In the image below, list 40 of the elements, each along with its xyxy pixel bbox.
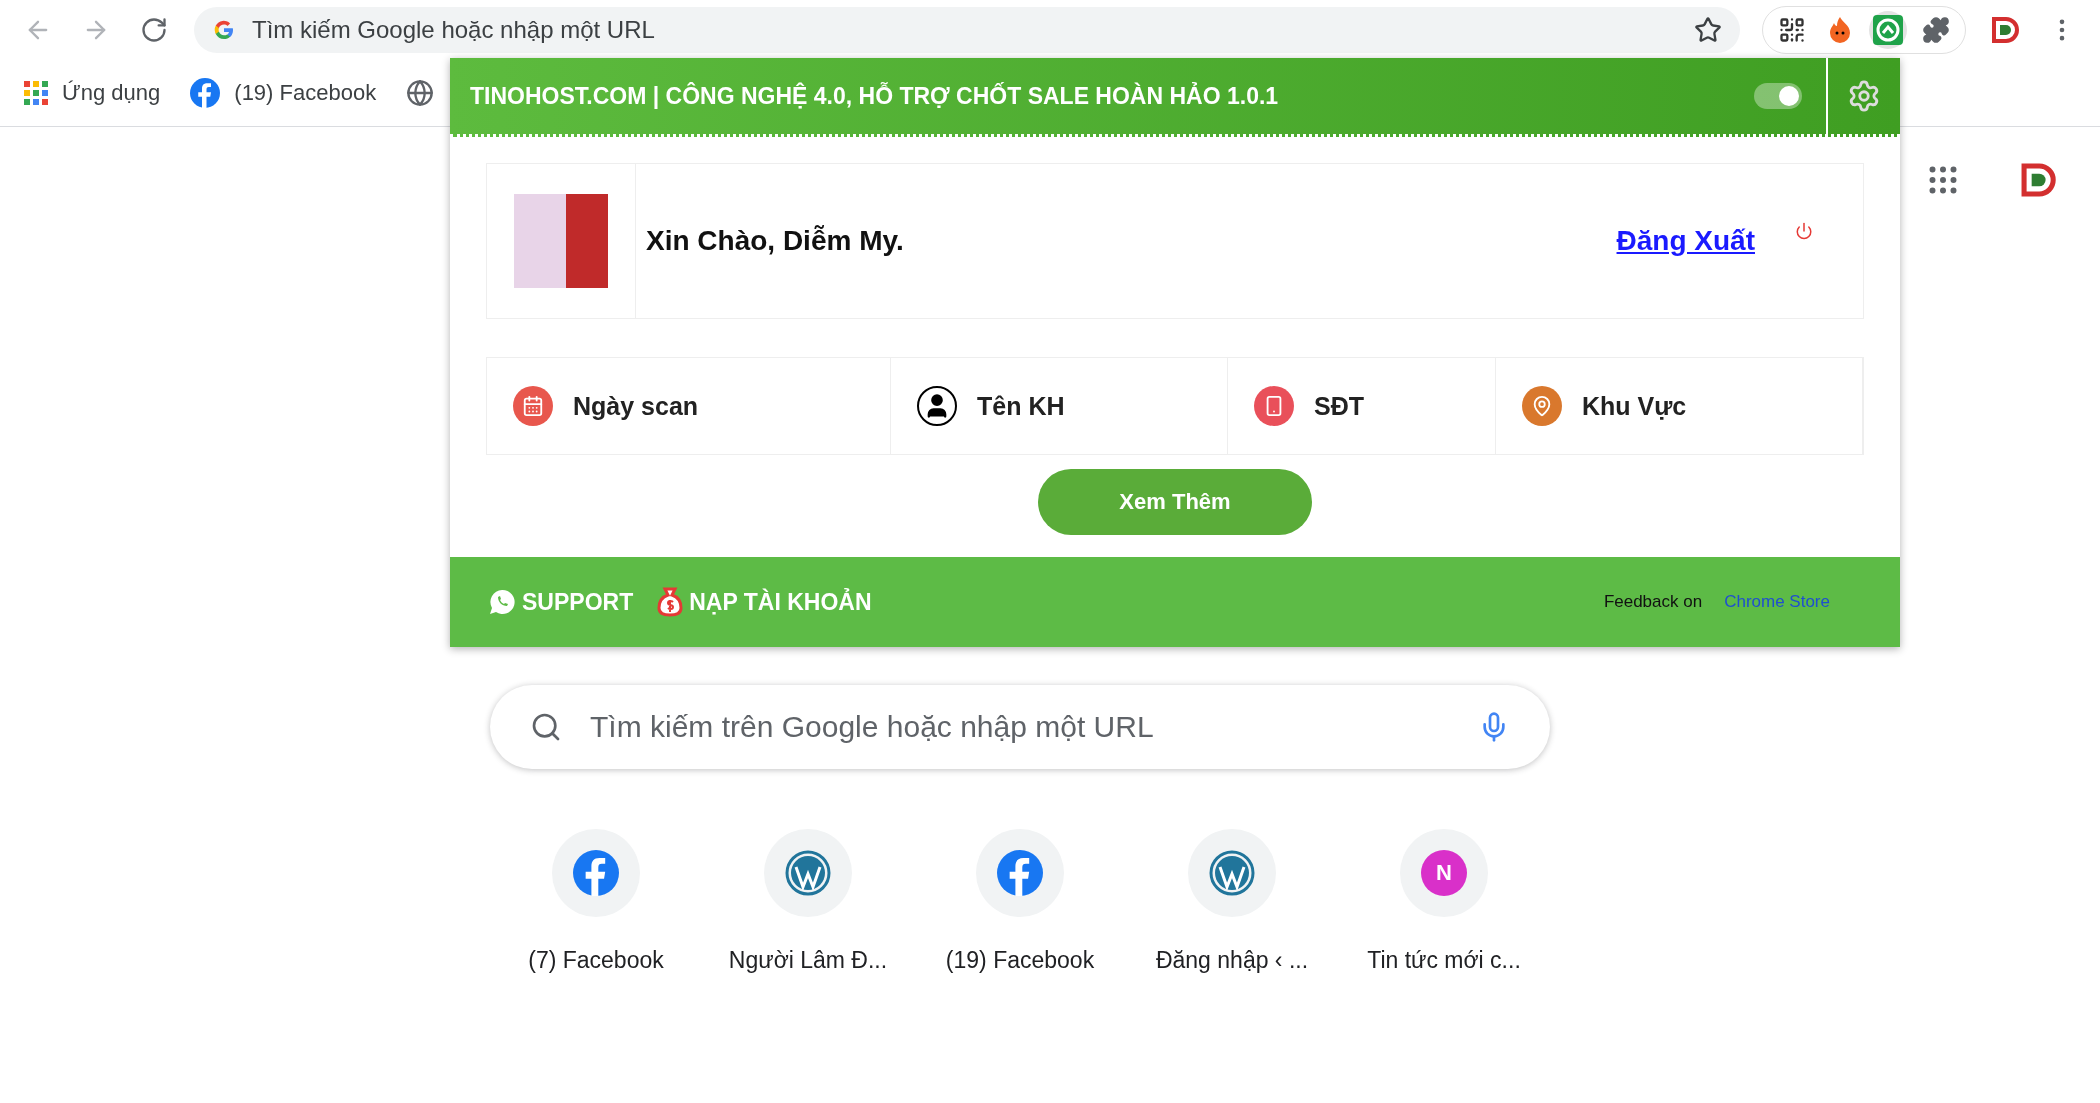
money-bag-icon [657,587,684,617]
field-label: Tên KH [977,391,1065,421]
logout-link[interactable]: Đăng Xuất [1616,225,1755,257]
shortcut-tile[interactable]: Người Lâm Đ... [718,829,898,974]
shortcut-tile[interactable]: (7) Facebook [506,829,686,974]
facebook-icon [573,850,619,896]
globe-icon [406,79,435,107]
shortcut-tile[interactable]: Đăng nhập ‹ ... [1142,829,1322,974]
bookmark-icon[interactable] [406,79,435,107]
shortcut-tile[interactable]: (19) Facebook [930,829,1110,974]
address-bar[interactable]: Tìm kiếm Google hoặc nhập một URL [194,7,1740,53]
field-label: SĐT [1314,391,1364,421]
calendar-icon [513,386,553,426]
field-label: Khu Vực [1582,391,1687,421]
chat-phone-icon [488,588,516,616]
bookmark-star-icon[interactable] [1694,16,1722,44]
search-icon [530,711,562,743]
shortcut-tile[interactable]: N Tin tức mới c... [1354,829,1534,974]
field-label: Ngày scan [573,391,699,421]
popup-title: TINOHOST.COM | CÔNG NGHỆ 4.0, HỖ TRỢ CHỐT SALE HOÀN HẢO 1.0.1 [469,82,1280,110]
bookmark-link[interactable]: Ứng dụng [24,80,161,106]
person-icon [917,386,957,426]
google-icon [212,18,236,42]
facebook-icon [997,850,1043,896]
feedback-text: Feedback on [1603,592,1703,612]
letter-avatar: N [1421,850,1467,896]
search-field[interactable]: Tìm kiếm trên Google hoặc nhập một URL [490,685,1550,769]
phone-icon [1254,386,1294,426]
reload-icon [140,16,168,44]
greeting-text: Xin Chào, Diễm My. [645,225,905,257]
apps-grid-icon [24,81,48,105]
wordpress-icon [785,850,831,896]
location-pin-icon [1522,386,1562,426]
circle-logo-icon[interactable] [1869,11,1907,49]
bookmark-link[interactable]: (19) Facebook [190,78,377,108]
facebook-icon [190,78,221,108]
enable-toggle[interactable] [1754,83,1802,109]
power-icon[interactable] [1795,222,1813,240]
settings-icon [1847,79,1881,113]
wordpress-icon [1209,850,1255,896]
